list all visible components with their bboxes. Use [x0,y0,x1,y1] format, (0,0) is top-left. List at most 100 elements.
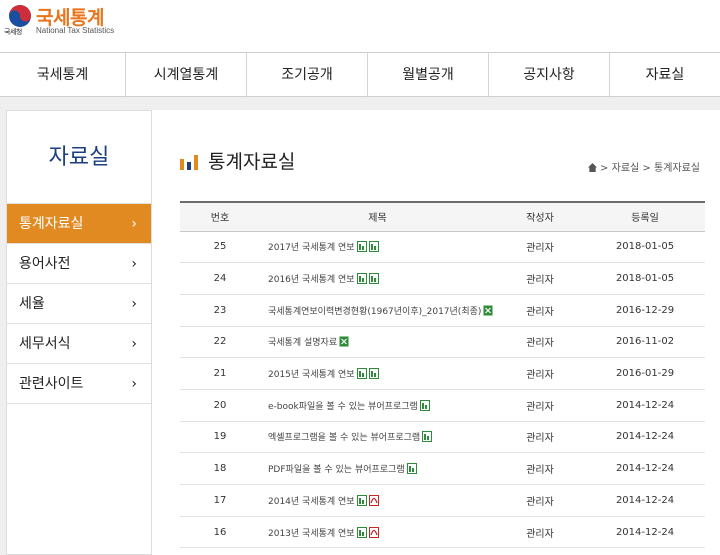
nav-item[interactable]: 월별공개 [368,53,489,97]
site-header: 국세청 국세통계 National Tax Statistics [0,0,720,52]
row-number: 17 [213,494,227,506]
row-author: 관리자 [526,433,554,445]
row-author: 관리자 [526,243,554,255]
breadcrumb-parent[interactable]: 자료실 [612,163,640,174]
nav-item[interactable]: 자료실 [610,53,720,97]
table-row[interactable]: 16 2013년 국세통계 연보 관리자 2014-12-24 [180,516,705,548]
sidebar-item-stats-archive[interactable]: 통계자료실 › [7,204,151,244]
row-author: 관리자 [526,465,554,477]
nav-item[interactable]: 시계열통계 [126,53,247,97]
row-title-link[interactable]: 2016년 국세통계 연보 [268,275,355,285]
row-date: 2014-12-24 [615,526,675,538]
breadcrumb-separator: > [642,163,651,174]
row-title-cell: 국세통계 설명자료 [260,326,495,358]
chevron-right-icon: › [131,376,137,392]
row-author: 관리자 [526,338,554,350]
row-title-link[interactable]: e-book파일을 볼 수 있는 뷰어프로그램 [268,402,418,412]
sidebar-title: 자료실 [7,111,151,204]
row-author: 관리자 [526,496,554,508]
page-title: 통계자료실 [208,151,296,173]
table-row[interactable]: 20 e-book파일을 볼 수 있는 뷰어프로그램 관리자 2014-12-24 [180,389,705,422]
row-title-cell: 2015년 국세통계 연보 [260,358,495,390]
table-row[interactable]: 22 국세통계 설명자료 관리자 2016-11-02 [180,326,705,358]
row-title-link[interactable]: 엑셀프로그램을 볼 수 있는 뷰어프로그램 [268,433,420,443]
row-title-link[interactable]: 2014년 국세통계 연보 [268,497,355,507]
pdf-file-icon[interactable] [368,494,379,506]
row-title-link[interactable]: 2017년 국세통계 연보 [268,243,355,253]
sidebar-item-tax-rates[interactable]: 세율 › [7,284,151,324]
row-date: 2018-01-05 [615,241,675,253]
excel-file-icon[interactable] [419,399,430,411]
sidebar-item-label: 통계자료실 [19,216,84,232]
table-row[interactable]: 19 엑셀프로그램을 볼 수 있는 뷰어프로그램 관리자 2014-12-24 [180,421,705,453]
sidebar-item-label: 관련사이트 [19,376,84,392]
chevron-right-icon: › [131,336,137,352]
row-date: 2014-12-24 [615,431,675,443]
row-author: 관리자 [526,528,554,540]
xls-file-icon[interactable] [339,336,349,347]
row-title-link[interactable]: 2015년 국세통계 연보 [268,370,355,380]
row-number: 16 [213,526,227,538]
row-title-link[interactable]: 2013년 국세통계 연보 [268,529,355,539]
excel-file-icon[interactable] [368,273,379,285]
row-title-cell: 엑셀프로그램을 볼 수 있는 뷰어프로그램 [260,421,495,453]
excel-file-icon[interactable] [356,241,367,253]
table-row[interactable]: 25 2017년 국세통계 연보 관리자 2018-01-05 [180,231,705,263]
table-row[interactable]: 18 PDF파일을 볼 수 있는 뷰어프로그램 관리자 2014-12-24 [180,453,705,485]
taegeuk-emblem-icon[interactable] [8,4,32,28]
table-row[interactable]: 23 국세통계연보이력변경현황(1967년이후)_2017년(최종) 관리자 2016… [180,294,705,327]
excel-file-icon[interactable] [422,431,433,443]
row-number: 22 [213,336,227,348]
nav-item[interactable]: 조기공개 [247,53,368,97]
row-date: 2014-12-24 [615,494,675,506]
nav-item[interactable]: 공지사항 [489,53,610,97]
row-title-link[interactable]: 국세통계 설명자료 [268,338,337,348]
sidebar-item-tax-forms[interactable]: 세무서식 › [7,324,151,364]
sidebar-item-glossary[interactable]: 용어사전 › [7,244,151,284]
chevron-right-icon: › [131,216,137,232]
site-logo-subtitle: National Tax Statistics [36,26,115,35]
emblem-label: 국세청 [4,28,22,36]
excel-file-icon[interactable] [356,368,367,380]
row-author: 관리자 [526,401,554,413]
excel-file-icon[interactable] [406,463,417,475]
row-title-cell: 2017년 국세통계 연보 [260,231,495,263]
row-number: 24 [213,273,227,285]
row-title-cell: e-book파일을 볼 수 있는 뷰어프로그램 [260,389,495,421]
row-date: 2018-01-05 [615,273,675,285]
row-date: 2014-12-24 [615,463,675,475]
row-date: 2016-01-29 [615,368,675,380]
sidebar-item-label: 세율 [19,296,45,312]
pdf-file-icon[interactable] [368,526,379,538]
row-title-link[interactable]: 국세통계연보이력변경현황(1967년이후)_2017년(최종) [268,307,481,317]
breadcrumb-current: 통계자료실 [654,163,700,174]
table-header-row: 번호 제목 작성자 등록일 [180,202,705,231]
row-number: 21 [213,368,227,380]
nav-item[interactable]: 국세통계 [0,53,126,97]
row-number: 23 [213,304,227,316]
home-icon[interactable] [587,163,597,172]
sidebar-item-related-sites[interactable]: 관련사이트 › [7,364,151,404]
row-title-cell: 2016년 국세통계 연보 [260,263,495,295]
excel-file-icon[interactable] [368,241,379,253]
sidebar: 자료실 통계자료실 › 용어사전 › 세율 › 세무서식 › 관련사이트 › [6,110,152,555]
row-title-link[interactable]: PDF파일을 볼 수 있는 뷰어프로그램 [268,465,405,475]
excel-file-icon[interactable] [356,526,367,538]
top-navigation: 국세통계 시계열통계 조기공개 월별공개 공지사항 자료실 [0,52,720,97]
excel-file-icon[interactable] [368,368,379,380]
bar-chart-icon [180,155,198,170]
row-author: 관리자 [526,306,554,318]
breadcrumb: > 자료실 > 통계자료실 [587,159,700,174]
row-number: 25 [213,241,227,253]
main-content: 통계자료실 > 자료실 > 통계자료실 번호 제목 작성자 등록일 25 2017… [152,110,720,555]
table-row[interactable]: 24 2016년 국세통계 연보 관리자 2018-01-05 [180,263,705,295]
excel-file-icon[interactable] [356,494,367,506]
table-body: 25 2017년 국세통계 연보 관리자 2018-01-05 24 2016년 국세통계… [180,231,705,548]
row-author: 관리자 [526,370,554,382]
row-date: 2016-11-02 [615,336,675,348]
column-header-date: 등록일 [631,213,659,225]
table-row[interactable]: 17 2014년 국세통계 연보 관리자 2014-12-24 [180,485,705,517]
xls-file-icon[interactable] [483,305,493,316]
table-row[interactable]: 21 2015년 국세통계 연보 관리자 2016-01-29 [180,358,705,390]
excel-file-icon[interactable] [356,273,367,285]
